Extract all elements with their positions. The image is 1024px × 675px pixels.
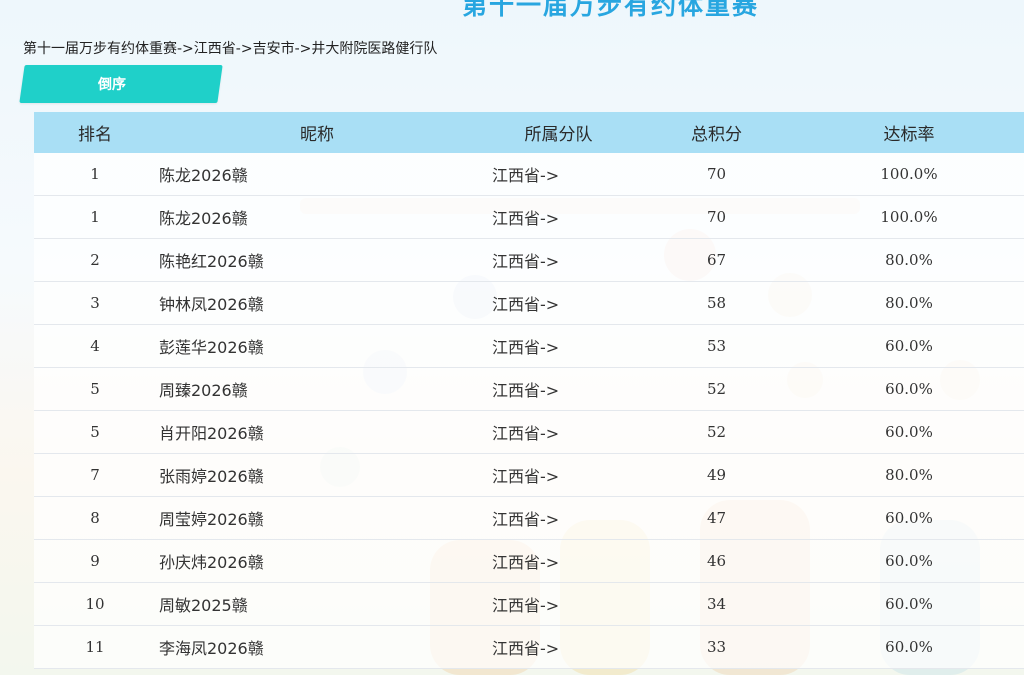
table-row[interactable]: 2 陈艳红2026赣 江西省-> 67 80.0% bbox=[34, 238, 1024, 282]
rank-cell: 3 bbox=[34, 281, 156, 325]
score-cell: 67 bbox=[639, 238, 794, 282]
team-cell: 江西省-> bbox=[478, 539, 639, 583]
nickname-cell: 张雨婷2026赣 bbox=[156, 453, 478, 497]
table-row[interactable]: 5 肖开阳2026赣 江西省-> 52 60.0% bbox=[34, 410, 1024, 454]
rank-cell: 4 bbox=[34, 324, 156, 368]
table-row[interactable]: 8 周莹婷2026赣 江西省-> 47 60.0% bbox=[34, 496, 1024, 540]
team-cell: 江西省-> bbox=[478, 367, 639, 411]
score-cell: 46 bbox=[639, 539, 794, 583]
score-cell: 49 bbox=[639, 453, 794, 497]
rate-cell: 60.0% bbox=[794, 367, 1024, 411]
rate-cell: 60.0% bbox=[794, 582, 1024, 626]
table-row[interactable]: 1 陈龙2026赣 江西省-> 70 100.0% bbox=[34, 195, 1024, 239]
team-cell: 江西省-> bbox=[478, 410, 639, 454]
team-cell: 江西省-> bbox=[478, 324, 639, 368]
score-cell: 58 bbox=[639, 281, 794, 325]
rate-cell: 100.0% bbox=[794, 195, 1024, 239]
rank-cell: 2 bbox=[34, 238, 156, 282]
column-header-nickname: 昵称 bbox=[156, 112, 478, 153]
nickname-cell: 周臻2026赣 bbox=[156, 367, 478, 411]
nickname-cell: 彭莲华2026赣 bbox=[156, 324, 478, 368]
column-header-team: 所属分队 bbox=[478, 112, 639, 153]
table-row[interactable]: 11 李海凤2026赣 江西省-> 33 60.0% bbox=[34, 625, 1024, 669]
page-title: 第十一届万步有约体重赛 bbox=[462, 0, 760, 20]
rate-cell: 100.0% bbox=[794, 153, 1024, 196]
rank-cell: 11 bbox=[34, 625, 156, 669]
team-cell: 江西省-> bbox=[478, 582, 639, 626]
score-cell: 52 bbox=[639, 367, 794, 411]
nickname-cell: 周敏2025赣 bbox=[156, 582, 478, 626]
rate-cell: 60.0% bbox=[794, 539, 1024, 583]
rank-cell: 10 bbox=[34, 582, 156, 626]
column-header-score: 总积分 bbox=[639, 112, 794, 153]
team-cell: 江西省-> bbox=[478, 281, 639, 325]
team-cell: 江西省-> bbox=[478, 496, 639, 540]
table-row[interactable]: 5 周臻2026赣 江西省-> 52 60.0% bbox=[34, 367, 1024, 411]
score-cell: 33 bbox=[639, 625, 794, 669]
team-cell: 江西省-> bbox=[478, 153, 639, 196]
reverse-sort-button[interactable]: 倒序 bbox=[19, 65, 223, 103]
team-cell: 江西省-> bbox=[478, 195, 639, 239]
rank-cell: 1 bbox=[34, 195, 156, 239]
score-cell: 34 bbox=[639, 582, 794, 626]
team-cell: 江西省-> bbox=[478, 453, 639, 497]
nickname-cell: 陈龙2026赣 bbox=[156, 153, 478, 196]
team-cell: 江西省-> bbox=[478, 625, 639, 669]
sort-button-label: 倒序 bbox=[98, 77, 126, 93]
nickname-cell: 肖开阳2026赣 bbox=[156, 410, 478, 454]
breadcrumb[interactable]: 第十一届万步有约体重赛->江西省->吉安市->井大附院医路健行队 bbox=[23, 38, 437, 58]
rate-cell: 60.0% bbox=[794, 625, 1024, 669]
table-row[interactable]: 4 彭莲华2026赣 江西省-> 53 60.0% bbox=[34, 324, 1024, 368]
rank-cell: 5 bbox=[34, 367, 156, 411]
rate-cell: 80.0% bbox=[794, 281, 1024, 325]
rate-cell: 60.0% bbox=[794, 324, 1024, 368]
rank-cell: 8 bbox=[34, 496, 156, 540]
rate-cell: 60.0% bbox=[794, 410, 1024, 454]
table-row[interactable]: 9 孙庆炜2026赣 江西省-> 46 60.0% bbox=[34, 539, 1024, 583]
score-cell: 52 bbox=[639, 410, 794, 454]
nickname-cell: 陈艳红2026赣 bbox=[156, 238, 478, 282]
score-cell: 47 bbox=[639, 496, 794, 540]
rate-cell: 60.0% bbox=[794, 496, 1024, 540]
table-row[interactable]: 3 钟林凤2026赣 江西省-> 58 80.0% bbox=[34, 281, 1024, 325]
score-cell: 70 bbox=[639, 195, 794, 239]
score-cell: 53 bbox=[639, 324, 794, 368]
rank-cell: 1 bbox=[34, 153, 156, 196]
score-cell: 70 bbox=[639, 153, 794, 196]
nickname-cell: 李海凤2026赣 bbox=[156, 625, 478, 669]
table-row-current-user[interactable]: 1 陈龙2026赣 江西省-> 70 100.0% bbox=[34, 153, 1024, 196]
nickname-cell: 钟林凤2026赣 bbox=[156, 281, 478, 325]
ranking-table: 排名 昵称 所属分队 总积分 达标率 1 陈龙2026赣 江西省-> 70 10… bbox=[34, 112, 1024, 669]
rate-cell: 80.0% bbox=[794, 453, 1024, 497]
nickname-cell: 孙庆炜2026赣 bbox=[156, 539, 478, 583]
column-header-rank: 排名 bbox=[34, 112, 156, 153]
nickname-cell: 陈龙2026赣 bbox=[156, 195, 478, 239]
nickname-cell: 周莹婷2026赣 bbox=[156, 496, 478, 540]
column-header-rate: 达标率 bbox=[794, 112, 1024, 153]
rank-cell: 5 bbox=[34, 410, 156, 454]
table-row[interactable]: 7 张雨婷2026赣 江西省-> 49 80.0% bbox=[34, 453, 1024, 497]
rank-cell: 9 bbox=[34, 539, 156, 583]
rank-cell: 7 bbox=[34, 453, 156, 497]
team-cell: 江西省-> bbox=[478, 238, 639, 282]
rate-cell: 80.0% bbox=[794, 238, 1024, 282]
table-row[interactable]: 10 周敏2025赣 江西省-> 34 60.0% bbox=[34, 582, 1024, 626]
table-header-row: 排名 昵称 所属分队 总积分 达标率 bbox=[34, 112, 1024, 153]
